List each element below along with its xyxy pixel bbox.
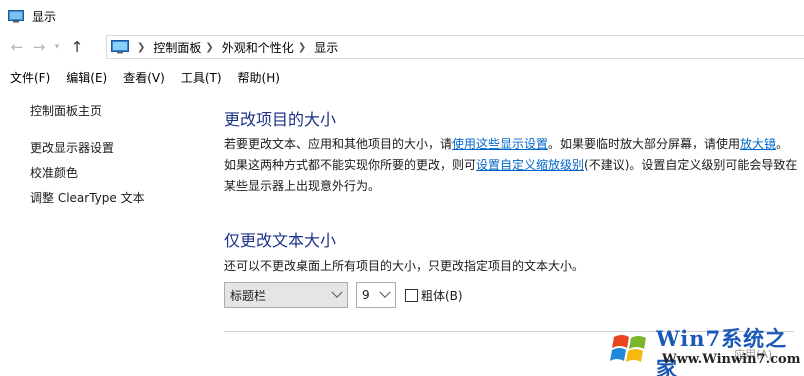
- windows-logo-icon: [610, 335, 646, 362]
- breadcrumb-separator-icon: ❯: [137, 41, 146, 53]
- page-title: 更改项目的大小: [224, 110, 337, 129]
- up-arrow-icon[interactable]: ↑: [66, 36, 88, 58]
- display-icon: [8, 9, 24, 22]
- breadcrumb-separator-icon: ❯: [205, 41, 214, 53]
- description-paragraph: 若要更改文本、应用和其他项目的大小，请使用这些显示设置。如果要临时放大部分屏幕，…: [224, 134, 800, 197]
- back-arrow-icon[interactable]: ←: [6, 36, 28, 58]
- item-select[interactable]: 标题栏: [224, 282, 348, 308]
- text-size-controls: 标题栏 9 粗体(B): [224, 282, 463, 308]
- menu-file[interactable]: 文件(F): [10, 69, 50, 86]
- sidebar-item-change-display-settings[interactable]: 更改显示器设置: [30, 139, 210, 164]
- menu-view[interactable]: 查看(V): [123, 69, 165, 86]
- address-bar[interactable]: ❯ 控制面板 ❯ 外观和个性化 ❯ 显示: [106, 35, 804, 59]
- sidebar-item-adjust-cleartype[interactable]: 调整 ClearType 文本: [30, 189, 210, 214]
- main-content: 更改项目的大小 若要更改文本、应用和其他项目的大小，请使用这些显示设置。如果要临…: [224, 106, 804, 274]
- window-title: 显示: [32, 9, 57, 24]
- bold-option[interactable]: 粗体(B): [405, 287, 463, 304]
- watermark-url: Www.Winwin7.com: [662, 352, 801, 367]
- title-bar: 显示: [0, 0, 804, 32]
- menu-edit[interactable]: 编辑(E): [66, 69, 107, 86]
- recent-locations-icon[interactable]: ▾: [50, 36, 64, 58]
- bold-label: 粗体(B): [421, 288, 463, 303]
- sidebar-item-calibrate-color[interactable]: 校准颜色: [30, 164, 210, 189]
- forward-arrow-icon[interactable]: →: [28, 36, 50, 58]
- watermark-brand: Win7系统之家: [656, 326, 788, 376]
- menu-help[interactable]: 帮助(H): [238, 69, 280, 86]
- description-text: 若要更改文本、应用和其他项目的大小，请: [224, 137, 453, 151]
- sidebar: 控制面板主页 更改显示器设置 校准颜色 调整 ClearType 文本: [30, 102, 210, 214]
- watermark: Win7系统之家 应用(A) Www.Winwin7.com: [604, 321, 804, 376]
- breadcrumb-appearance[interactable]: 外观和个性化: [222, 39, 294, 56]
- chevron-down-icon: [331, 286, 343, 298]
- section-title-text-size: 仅更改文本大小: [224, 231, 337, 250]
- font-size-select-value: 9: [362, 288, 370, 302]
- font-size-select[interactable]: 9: [356, 282, 396, 308]
- custom-scaling-link[interactable]: 设置自定义缩放级别: [476, 158, 584, 172]
- item-select-value: 标题栏: [230, 288, 267, 303]
- menu-bar: 文件(F) 编辑(E) 查看(V) 工具(T) 帮助(H): [0, 66, 804, 88]
- magnifier-link[interactable]: 放大镜: [740, 137, 776, 151]
- breadcrumb-control-panel[interactable]: 控制面板: [153, 39, 201, 56]
- breadcrumb-separator-icon: ❯: [297, 41, 307, 53]
- control-panel-icon: [111, 40, 129, 54]
- chevron-down-icon: [379, 286, 391, 298]
- menu-tools[interactable]: 工具(T): [181, 69, 222, 86]
- display-settings-link[interactable]: 使用这些显示设置: [452, 137, 548, 151]
- bold-checkbox[interactable]: [405, 288, 418, 302]
- description-text: 。如果要临时放大部分屏幕，请使用: [548, 137, 741, 151]
- navigation-bar: ← → ▾ ↑ ❯ 控制面板 ❯ 外观和个性化 ❯ 显示: [0, 34, 804, 60]
- text-size-description: 还可以不更改桌面上所有项目的大小，只更改指定项目的文本大小。: [224, 259, 585, 273]
- breadcrumb-display[interactable]: 显示: [314, 39, 338, 56]
- sidebar-item-control-panel-home[interactable]: 控制面板主页: [30, 102, 210, 127]
